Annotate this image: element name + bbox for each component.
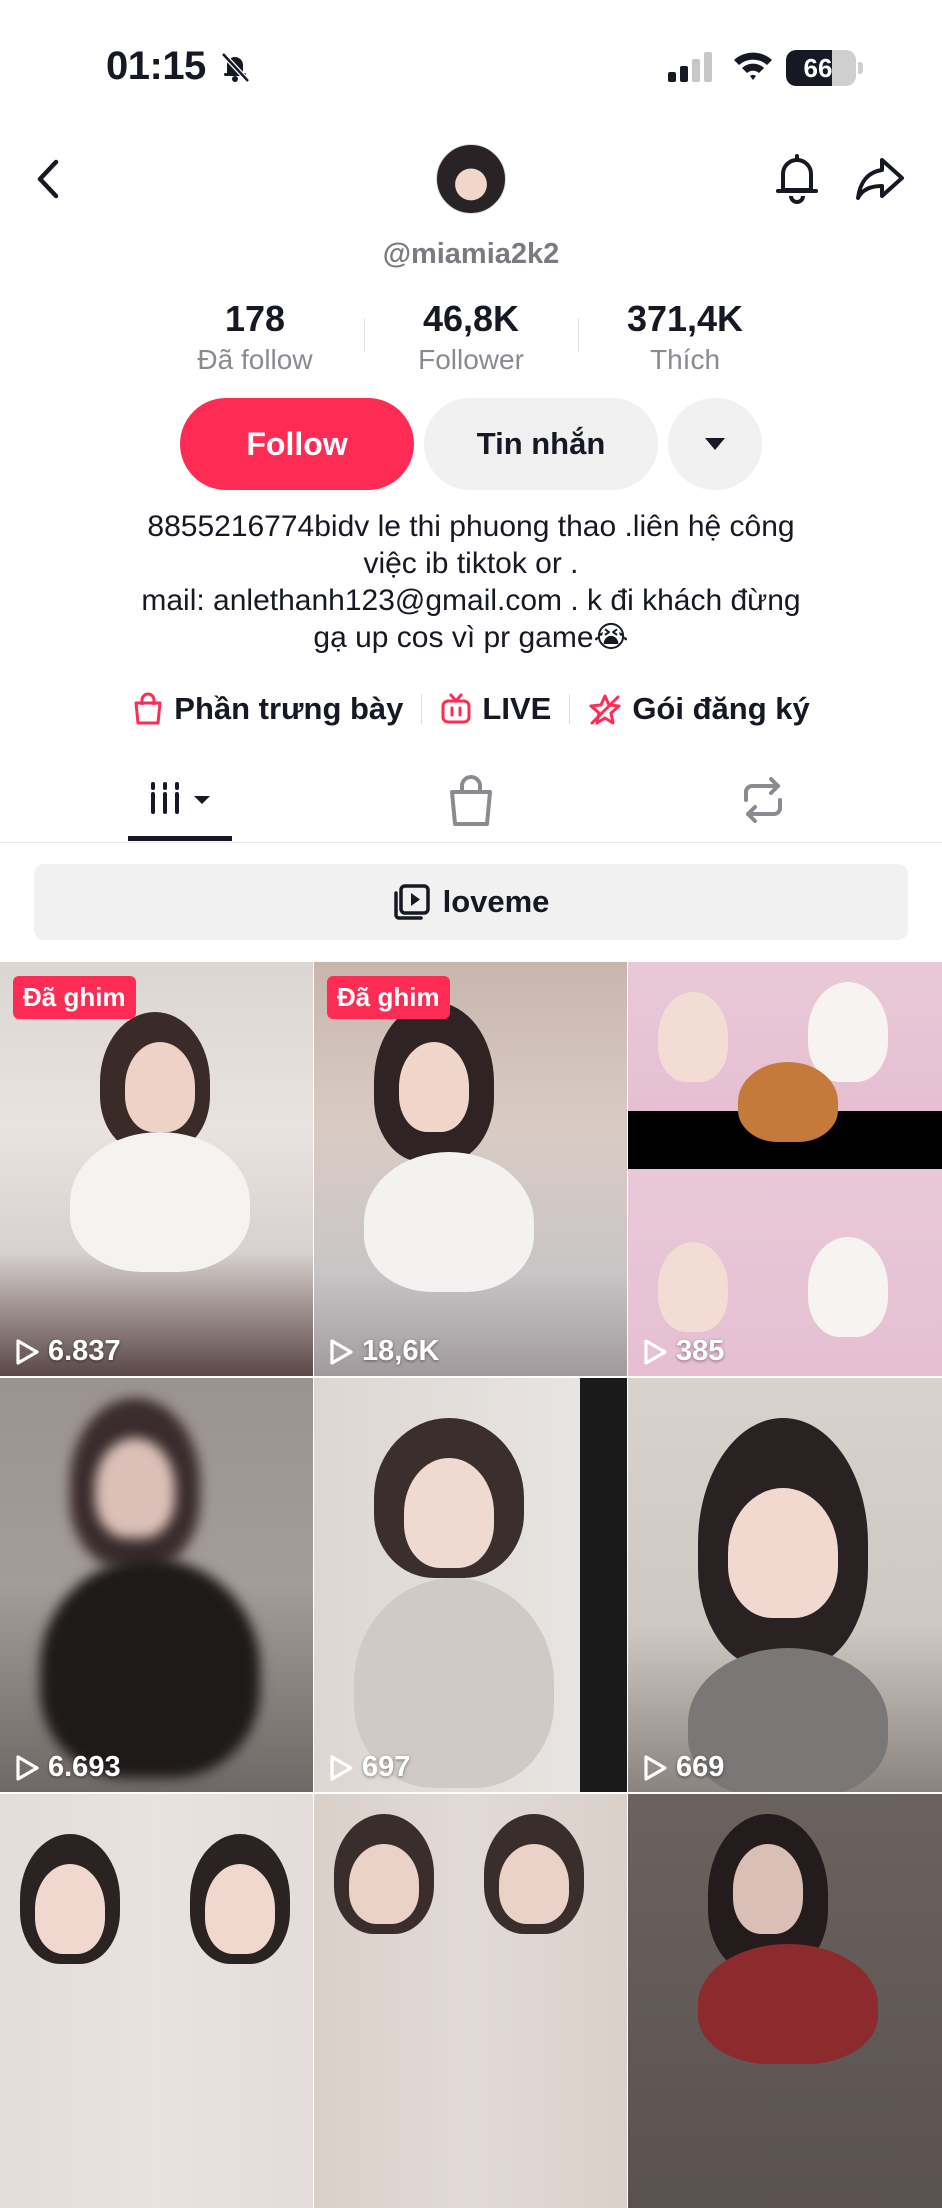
profile-handle: @miamia2k2 [382,238,560,270]
video-thumbnail[interactable]: 697 [314,1378,627,1792]
video-thumbnail[interactable] [0,1794,313,2208]
video-thumbnail[interactable] [628,1794,942,2208]
videos-grid-icon[interactable] [128,774,232,842]
view-count-text: 6.693 [48,1751,121,1783]
video-thumbnail[interactable] [314,1794,627,2208]
link-subscription[interactable]: Gói đăng ký [588,691,810,727]
live-tv-icon [441,693,471,724]
view-count-text: 697 [362,1751,411,1783]
stat-divider [578,318,579,352]
video-thumbnail[interactable]: 385 [628,962,942,1376]
stat-following-label: Đã follow [197,344,313,375]
stat-following-value: 178 [224,298,286,339]
stat-divider [364,318,365,352]
play-icon [16,1338,39,1365]
avatar[interactable] [436,144,506,214]
cellular-signal-icon [668,52,712,82]
play-icon [644,1754,667,1781]
pinned-badge: Đã ghim [327,976,450,1019]
view-count: 697 [328,1751,410,1784]
message-button[interactable]: Tin nhắn [424,398,658,490]
play-icon [330,1338,353,1365]
video-grid: Đã ghim 6.837 Đã ghim 18,6K 385 6.693 69… [0,962,942,2208]
shopping-bag-icon [134,692,162,725]
tabs-divider [0,842,942,843]
stat-followers[interactable]: 46,8K Follower [371,298,571,376]
stat-following[interactable]: 178 Đã follow [155,298,355,376]
battery-level: 66 [803,53,833,83]
play-icon [330,1754,353,1781]
stat-likes-label: Thích [649,344,721,375]
repost-icon[interactable] [736,774,790,826]
pinned-badge: Đã ghim [13,976,136,1019]
view-count-text: 385 [676,1335,725,1367]
wifi-icon [734,52,772,80]
status-time: 01:15 [106,44,206,88]
stat-followers-label: Follower [418,344,524,375]
notification-bell-icon[interactable] [774,152,820,204]
back-arrow-icon[interactable] [30,156,66,202]
caret-down-icon [705,438,725,450]
video-thumbnail[interactable]: Đã ghim 18,6K [314,962,627,1376]
link-showcase-label: Phần trưng bày [174,691,404,726]
view-count: 18,6K [328,1335,439,1368]
view-count: 385 [642,1335,724,1368]
subscription-star-icon [589,694,621,725]
link-live-label: LIVE [482,691,552,726]
profile-links-row: Phần trưng bày LIVE Gói đăng ký [0,686,942,732]
stat-likes-value: 371,4K [626,298,744,339]
battery-indicator: 66 [786,50,856,86]
battery-tip [858,62,863,74]
more-options-button[interactable] [668,398,762,490]
view-count: 6.693 [14,1751,121,1784]
playlist-icon [393,884,430,920]
playlist-chip[interactable]: loveme [34,864,908,940]
link-subscription-label: Gói đăng ký [632,691,810,726]
link-showcase[interactable]: Phần trưng bày [132,691,403,727]
shop-bag-icon[interactable] [446,774,496,830]
play-icon [644,1338,667,1365]
follow-button[interactable]: Follow [180,398,414,490]
playlist-label: loveme [442,884,550,919]
view-count-text: 18,6K [362,1335,440,1367]
link-separator [569,694,571,724]
share-arrow-icon[interactable] [854,154,906,202]
play-icon [16,1754,39,1781]
view-count: 669 [642,1751,724,1784]
link-live[interactable]: LIVE [440,691,551,727]
link-separator [421,694,423,724]
video-thumbnail[interactable]: 669 [628,1378,942,1792]
stat-likes[interactable]: 371,4K Thích [585,298,785,376]
view-count-text: 6.837 [48,1335,121,1367]
view-count-text: 669 [676,1751,725,1783]
bell-muted-icon [221,52,250,83]
video-thumbnail[interactable]: Đã ghim 6.837 [0,962,313,1376]
video-thumbnail[interactable]: 6.693 [0,1378,313,1792]
profile-bio: 8855216774bidv le thi phuong thao .liên … [141,510,801,654]
stat-followers-value: 46,8K [422,298,520,339]
view-count: 6.837 [14,1335,121,1368]
active-tab-indicator [128,836,232,841]
